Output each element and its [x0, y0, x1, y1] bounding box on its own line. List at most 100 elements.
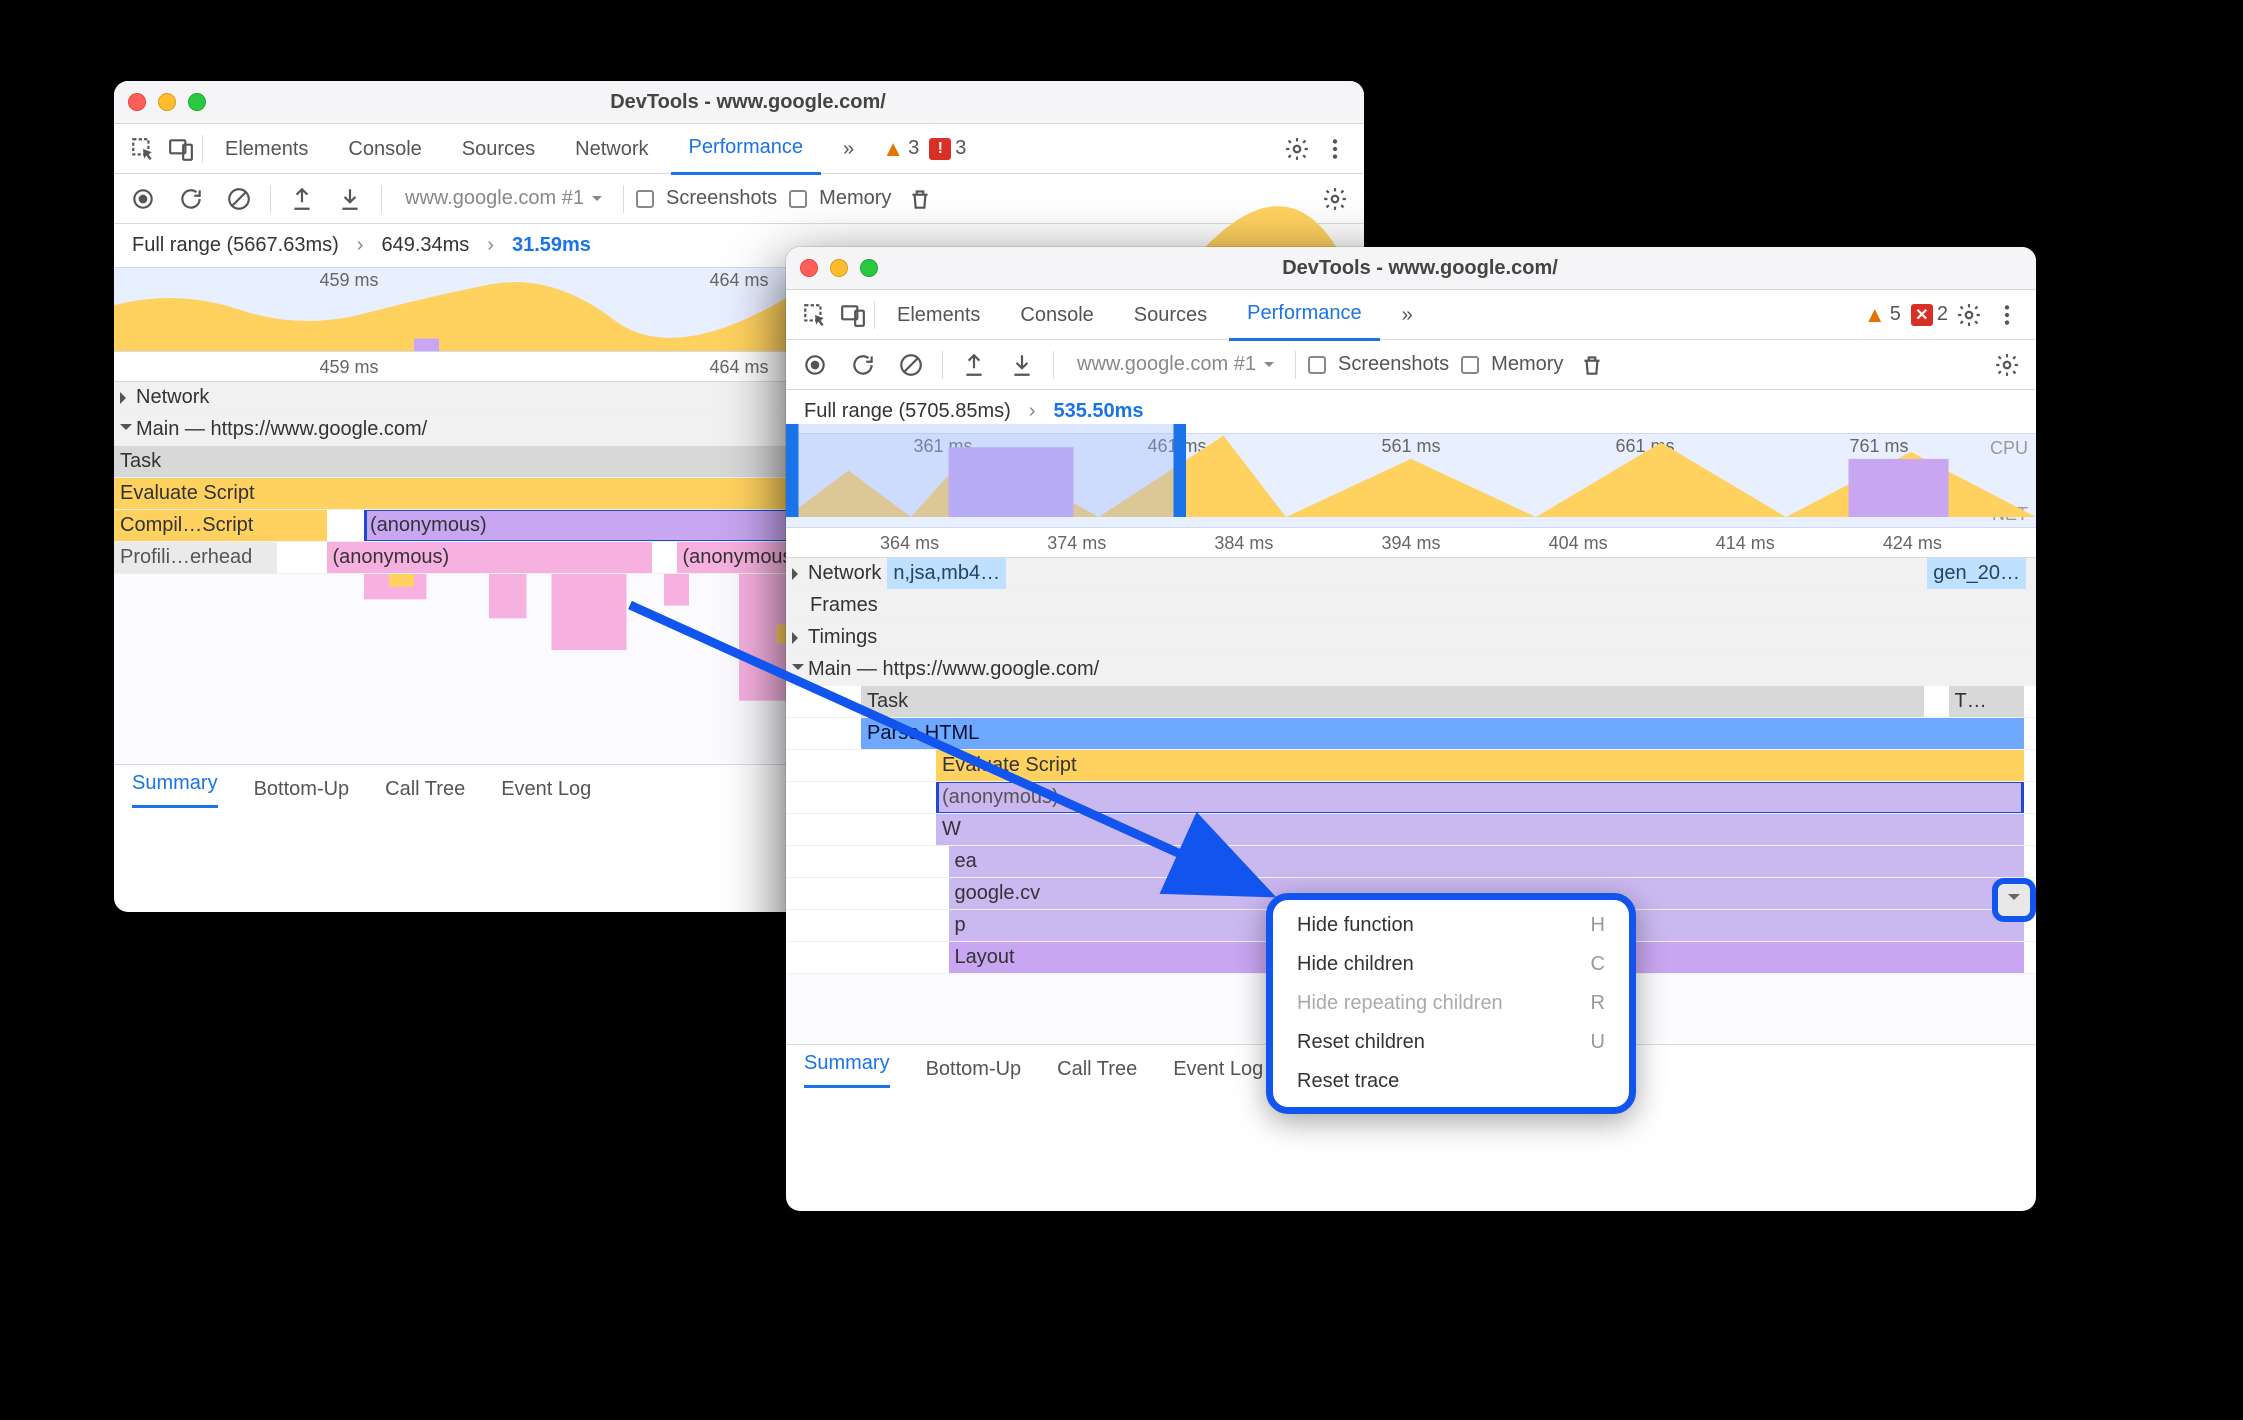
tab-summary[interactable]: Summary: [804, 1052, 890, 1088]
panel-tabs: Elements Console Sources Performance » ▲…: [786, 290, 2036, 340]
timings-track-header[interactable]: Timings: [786, 622, 2036, 654]
frames-track-header[interactable]: Frames: [786, 590, 2036, 622]
tab-elements[interactable]: Elements: [207, 124, 326, 174]
recording-select[interactable]: www.google.com #1: [1066, 348, 1283, 381]
collapse-icon: [120, 424, 132, 436]
settings-icon[interactable]: [1952, 298, 1986, 332]
capture-settings-icon[interactable]: [1990, 348, 2024, 382]
crumb-full[interactable]: Full range (5667.63ms): [132, 234, 339, 257]
tab-summary[interactable]: Summary: [132, 772, 218, 808]
flame-row[interactable]: W: [786, 814, 2036, 846]
memory-checkbox[interactable]: [789, 190, 807, 208]
network-track-header[interactable]: Network n,jsa,mb4… gen_20…: [786, 558, 2036, 590]
memory-checkbox[interactable]: [1461, 356, 1479, 374]
tab-performance[interactable]: Performance: [1229, 288, 1380, 341]
chevron-right-icon: ›: [487, 234, 494, 257]
zoom-dot-icon[interactable]: [860, 259, 878, 277]
flame-compile-script[interactable]: Compil…Script: [114, 510, 327, 541]
network-request-chip[interactable]: gen_20…: [1927, 558, 2026, 589]
clear-icon[interactable]: [894, 348, 928, 382]
flame-task[interactable]: Task: [861, 686, 1924, 717]
flame-row[interactable]: Task T…: [786, 686, 2036, 718]
close-dot-icon[interactable]: [800, 259, 818, 277]
tab-performance[interactable]: Performance: [671, 122, 822, 175]
settings-icon[interactable]: [1280, 132, 1314, 166]
error-badge[interactable]: !3: [929, 137, 966, 160]
tab-event-log[interactable]: Event Log: [1173, 1058, 1263, 1081]
flame-evaluate-script[interactable]: Evaluate Script: [936, 750, 2024, 781]
window-title: DevTools - www.google.com/: [206, 91, 1290, 114]
device-toggle-icon[interactable]: [164, 132, 198, 166]
clear-icon[interactable]: [222, 182, 256, 216]
screenshots-checkbox[interactable]: [1308, 356, 1326, 374]
device-toggle-icon[interactable]: [836, 298, 870, 332]
record-icon[interactable]: [798, 348, 832, 382]
recording-select[interactable]: www.google.com #1: [394, 182, 611, 215]
flame-fn-ea[interactable]: ea: [949, 846, 2024, 877]
tab-bottom-up[interactable]: Bottom-Up: [926, 1058, 1022, 1081]
ruler-tick: 404 ms: [1495, 528, 1662, 557]
tab-event-log[interactable]: Event Log: [501, 778, 591, 801]
minimize-dot-icon[interactable]: [158, 93, 176, 111]
download-icon[interactable]: [333, 182, 367, 216]
upload-icon[interactable]: [957, 348, 991, 382]
flame-row[interactable]: Parse HTML: [786, 718, 2036, 750]
selection-outline: [936, 782, 2024, 814]
tab-elements[interactable]: Elements: [879, 290, 998, 340]
divider: [202, 135, 203, 163]
tab-network[interactable]: Network: [557, 124, 666, 174]
ruler[interactable]: 364 ms 374 ms 384 ms 394 ms 404 ms 414 m…: [786, 528, 2036, 558]
kebab-icon[interactable]: [1990, 298, 2024, 332]
flame-row[interactable]: ea: [786, 846, 2036, 878]
tab-console[interactable]: Console: [330, 124, 439, 174]
zoom-dot-icon[interactable]: [188, 93, 206, 111]
tab-sources[interactable]: Sources: [1116, 290, 1225, 340]
screenshots-checkbox[interactable]: [636, 190, 654, 208]
reload-record-icon[interactable]: [846, 348, 880, 382]
flame-entry-dropdown-button[interactable]: [1992, 878, 2036, 922]
tabs-more[interactable]: »: [825, 124, 872, 174]
close-dot-icon[interactable]: [128, 93, 146, 111]
warning-badge[interactable]: ▲3: [882, 137, 919, 160]
crumb-leaf[interactable]: 31.59ms: [512, 234, 591, 257]
inspect-icon[interactable]: [126, 132, 160, 166]
inspect-icon[interactable]: [798, 298, 832, 332]
expand-icon: [792, 568, 804, 580]
download-icon[interactable]: [1005, 348, 1039, 382]
tab-bottom-up[interactable]: Bottom-Up: [254, 778, 350, 801]
reload-record-icon[interactable]: [174, 182, 208, 216]
ctx-hide-children[interactable]: Hide childrenC: [1273, 945, 1629, 984]
crumb-mid[interactable]: 649.34ms: [381, 234, 469, 257]
kebab-icon[interactable]: [1318, 132, 1352, 166]
crumb-leaf[interactable]: 535.50ms: [1053, 400, 1143, 423]
flame-fn-w[interactable]: W: [936, 814, 2024, 845]
screenshots-label: Screenshots: [1338, 353, 1449, 376]
network-request-chip[interactable]: n,jsa,mb4…: [887, 558, 1006, 589]
ctx-hide-function[interactable]: Hide functionH: [1273, 906, 1629, 945]
tab-call-tree[interactable]: Call Tree: [1057, 1058, 1137, 1081]
tab-console[interactable]: Console: [1002, 290, 1111, 340]
flame-anonymous[interactable]: (anonymous): [327, 542, 652, 573]
gc-icon[interactable]: [903, 182, 937, 216]
timeline-overview[interactable]: 361 ms 461 ms 561 ms 661 ms 761 ms CPU N…: [786, 433, 2036, 528]
minimize-dot-icon[interactable]: [830, 259, 848, 277]
capture-settings-icon[interactable]: [1318, 182, 1352, 216]
gc-icon[interactable]: [1575, 348, 1609, 382]
tab-call-tree[interactable]: Call Tree: [385, 778, 465, 801]
tabs-more[interactable]: »: [1384, 290, 1431, 340]
record-icon[interactable]: [126, 182, 160, 216]
ctx-reset-trace[interactable]: Reset trace: [1273, 1062, 1629, 1101]
tab-sources[interactable]: Sources: [444, 124, 553, 174]
flame-profiling-overhead[interactable]: Profili…erhead: [114, 542, 277, 573]
flame-row[interactable]: Evaluate Script: [786, 750, 2036, 782]
ruler-tick: 364 ms: [826, 528, 993, 557]
flame-task[interactable]: T…: [1949, 686, 2024, 717]
upload-icon[interactable]: [285, 182, 319, 216]
warning-badge[interactable]: ▲5: [1864, 303, 1901, 326]
error-badge[interactable]: ✕2: [1911, 303, 1948, 326]
crumb-full[interactable]: Full range (5705.85ms): [804, 400, 1011, 423]
flame-parse-html[interactable]: Parse HTML: [861, 718, 2024, 749]
ctx-reset-children[interactable]: Reset childrenU: [1273, 1023, 1629, 1062]
main-track-header[interactable]: Main — https://www.google.com/: [786, 654, 2036, 686]
flame-row[interactable]: (anonymous): [786, 782, 2036, 814]
